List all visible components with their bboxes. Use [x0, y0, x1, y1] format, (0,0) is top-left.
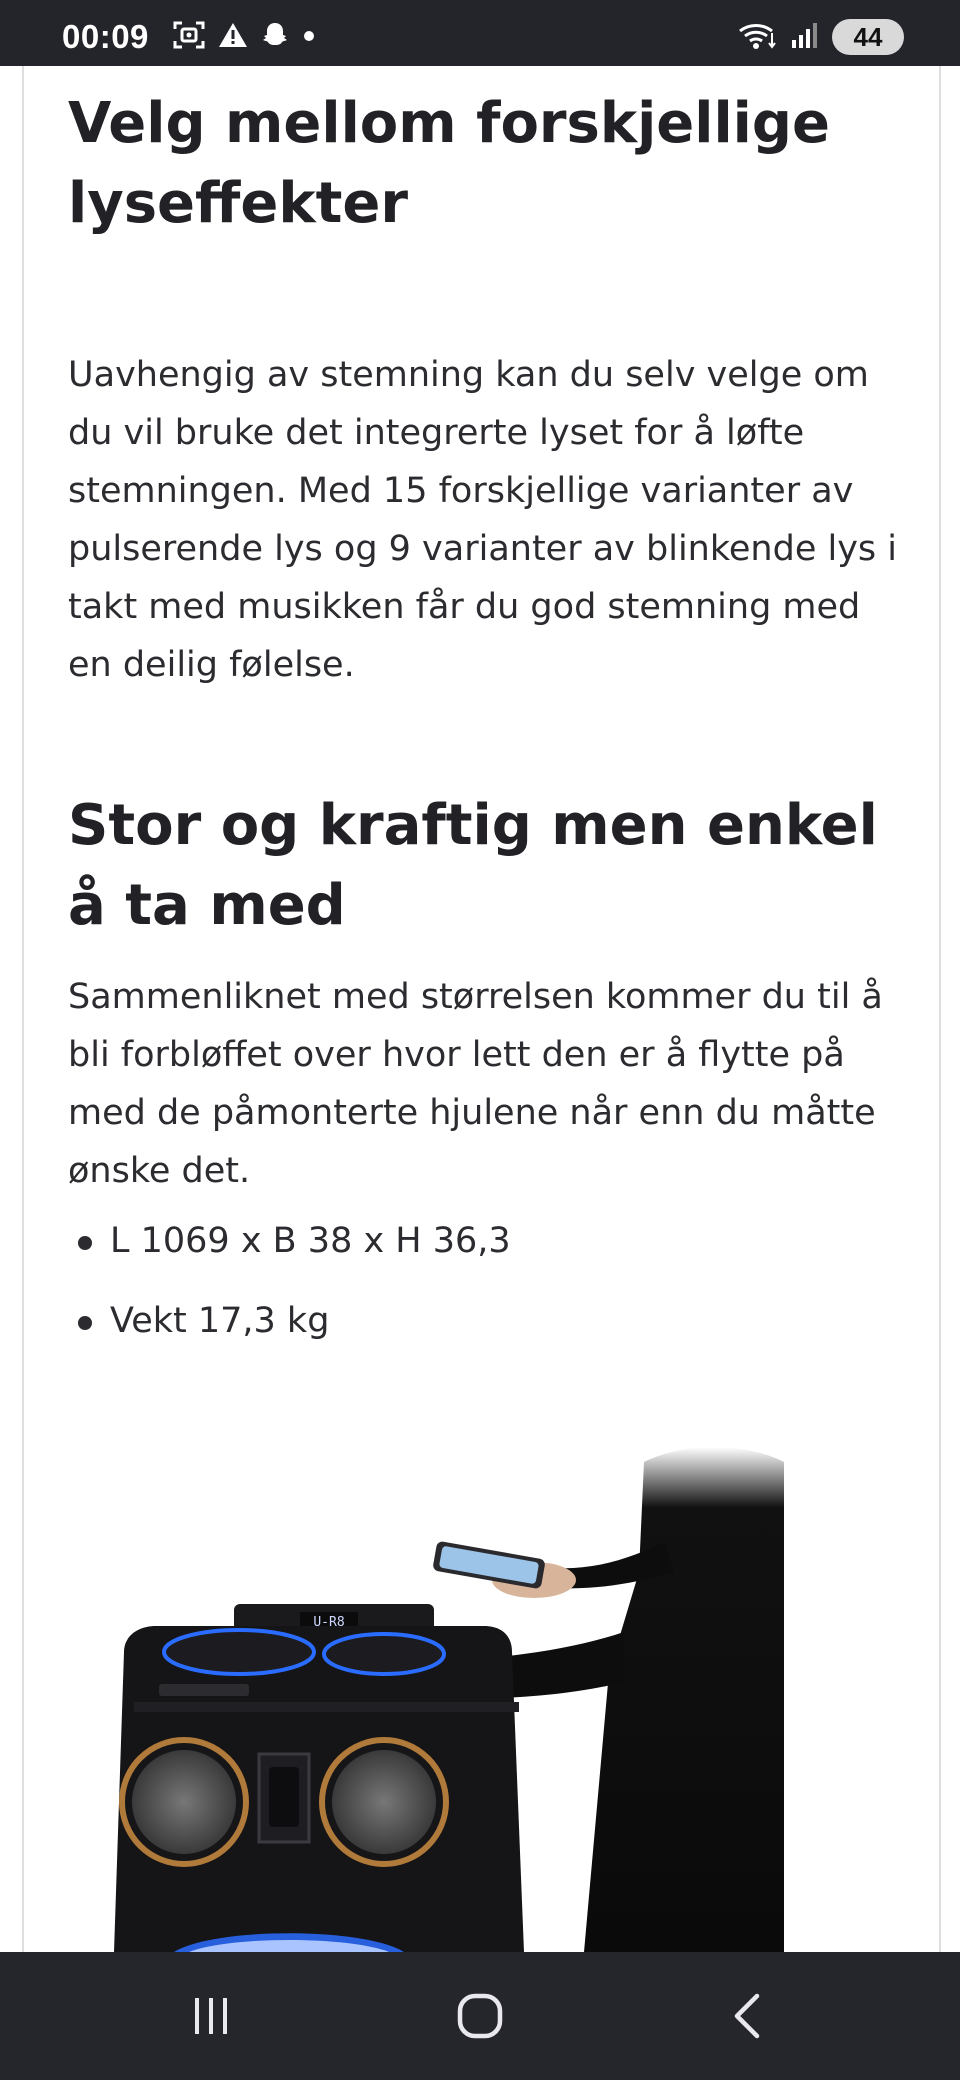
back-button[interactable]	[709, 1982, 789, 2050]
battery-indicator: 44	[832, 19, 904, 55]
paragraph-portable: Sammenliknet med størrelsen kommer du ti…	[68, 977, 883, 1191]
home-icon	[457, 1993, 503, 2039]
spec-list: L 1069 x B 38 x H 36,3 Vekt 17,3 kg	[68, 1212, 908, 1372]
person-silhouette	[584, 1447, 784, 1952]
signal-icon	[790, 20, 820, 54]
article-content: Velg mellom forskjellige lyseffekter Uav…	[22, 66, 941, 1952]
system-icons: 44	[738, 19, 904, 55]
dot-icon	[302, 28, 316, 47]
product-image: U-R8	[114, 1447, 784, 1952]
phone-illustration	[433, 1541, 545, 1589]
heading-portable: Stor og kraftig men enkel å ta med	[68, 793, 878, 938]
recent-apps-button[interactable]	[171, 1982, 251, 2050]
home-button[interactable]	[440, 1982, 520, 2050]
status-bar: 00:09 44	[0, 0, 960, 66]
screenshot-icon	[172, 20, 206, 54]
back-icon	[734, 1993, 760, 2039]
heading-light-effects: Velg mellom forskjellige lyseffekter	[68, 91, 830, 236]
spec-item-weight: Vekt 17,3 kg	[68, 1292, 908, 1350]
navigation-bar	[0, 1952, 960, 2080]
warning-icon	[218, 21, 248, 53]
recent-apps-icon	[195, 1998, 227, 2034]
status-time: 00:09	[62, 18, 149, 55]
speaker-illustration: U-R8	[114, 1604, 524, 1952]
notification-icons	[172, 20, 316, 54]
paragraph-light-effects: Uavhengig av stemning kan du selv velge …	[68, 355, 897, 685]
wifi-icon	[738, 19, 778, 55]
spec-item-dimensions: L 1069 x B 38 x H 36,3	[68, 1212, 908, 1270]
snapchat-icon	[260, 20, 290, 54]
